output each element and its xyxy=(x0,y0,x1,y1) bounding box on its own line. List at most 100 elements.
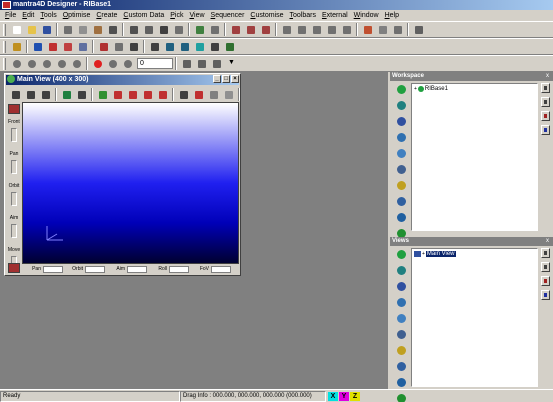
side-slider-orbit[interactable] xyxy=(11,192,17,206)
bulb-button[interactable] xyxy=(395,179,408,192)
3d-viewport[interactable] xyxy=(23,103,238,263)
tree-node-ribase1[interactable]: + RIBase1 xyxy=(414,86,448,92)
medal-button[interactable] xyxy=(395,328,408,341)
pen-button[interactable] xyxy=(395,360,408,373)
menu-file[interactable]: File xyxy=(2,10,19,21)
pen-button[interactable] xyxy=(395,195,408,208)
zoom-button[interactable] xyxy=(172,23,185,36)
edges-button[interactable] xyxy=(126,88,139,101)
frame-button[interactable] xyxy=(229,23,242,36)
binoculars-button[interactable] xyxy=(157,23,170,36)
scale-button[interactable] xyxy=(310,23,323,36)
drop-button[interactable] xyxy=(395,147,408,160)
menu-optimise[interactable]: Optimise xyxy=(60,10,94,21)
pingpong-button[interactable] xyxy=(121,57,134,70)
hourglass-button[interactable] xyxy=(541,125,550,135)
menu-help[interactable]: Help xyxy=(382,10,402,21)
cube-front-button[interactable] xyxy=(9,88,22,101)
menu-toolbars[interactable]: Toolbars xyxy=(287,10,319,21)
shaded-button[interactable] xyxy=(60,88,73,101)
link-chain-button[interactable] xyxy=(395,115,408,128)
toolbar-grip[interactable] xyxy=(3,23,6,36)
shield-button[interactable] xyxy=(395,99,408,112)
axis-y-button[interactable]: Y xyxy=(339,391,349,401)
cube-top-button[interactable] xyxy=(39,88,52,101)
play-back-button[interactable] xyxy=(40,57,53,70)
globe-button[interactable] xyxy=(395,83,408,96)
bottom-field-pan[interactable] xyxy=(43,265,63,273)
menu-customise[interactable]: Customise xyxy=(247,10,286,21)
trash-button[interactable] xyxy=(541,276,550,286)
link-button[interactable] xyxy=(148,40,161,53)
menu-pick[interactable]: Pick xyxy=(167,10,186,21)
clipboard-button[interactable] xyxy=(541,262,550,272)
main-view-window[interactable]: Main View (400 x 300) _ □ × Front Pan Orbi… xyxy=(4,73,241,276)
dropdown-arrow-button[interactable]: ▼ xyxy=(225,57,238,70)
menu-create[interactable]: Create xyxy=(93,10,120,21)
material-button[interactable] xyxy=(10,40,23,53)
record-button[interactable] xyxy=(91,57,104,70)
tree-node-main-view[interactable]: + Main View xyxy=(414,251,456,257)
paint-button[interactable] xyxy=(361,23,374,36)
side-slider-front[interactable] xyxy=(11,128,17,142)
paste-button[interactable] xyxy=(91,23,104,36)
bulb-button[interactable] xyxy=(395,344,408,357)
list-button[interactable] xyxy=(541,83,550,93)
print-button[interactable] xyxy=(75,88,88,101)
tree-expander-icon[interactable]: + xyxy=(414,86,417,92)
menu-window[interactable]: Window xyxy=(351,10,382,21)
side-slider-pan[interactable] xyxy=(11,160,17,174)
rewind-button[interactable] xyxy=(10,57,23,70)
trash-button[interactable] xyxy=(541,111,550,121)
align-button[interactable] xyxy=(325,23,338,36)
rotate-button[interactable] xyxy=(295,23,308,36)
light-view-button[interactable] xyxy=(177,88,190,101)
gray-button[interactable] xyxy=(207,88,220,101)
redo-button[interactable] xyxy=(127,23,140,36)
cube-button[interactable] xyxy=(31,40,44,53)
vehicle-button[interactable] xyxy=(178,40,191,53)
bottom-field-aim[interactable] xyxy=(127,265,147,273)
texture-button[interactable] xyxy=(127,40,140,53)
globe-button[interactable] xyxy=(395,248,408,261)
view-reset-button[interactable] xyxy=(8,263,20,273)
bottom-field-fov[interactable] xyxy=(211,265,231,273)
play-button[interactable] xyxy=(55,57,68,70)
step-back-button[interactable] xyxy=(25,57,38,70)
frame-input[interactable]: 0 xyxy=(137,58,173,69)
wire-button[interactable] xyxy=(111,88,124,101)
find-button[interactable] xyxy=(142,23,155,36)
toolbar-grip[interactable] xyxy=(3,40,6,53)
bounds-button[interactable] xyxy=(141,88,154,101)
close-button[interactable]: × xyxy=(231,75,239,83)
mesh-button[interactable] xyxy=(208,40,221,53)
target-button[interactable] xyxy=(208,23,221,36)
speed-button[interactable] xyxy=(195,57,208,70)
medal-button[interactable] xyxy=(395,163,408,176)
new-button[interactable] xyxy=(10,23,23,36)
move-button[interactable] xyxy=(280,23,293,36)
grid-button[interactable] xyxy=(112,40,125,53)
frame3-button[interactable] xyxy=(259,23,272,36)
gray2-button[interactable] xyxy=(222,88,235,101)
tree-expander-icon[interactable]: + xyxy=(422,251,425,257)
menu-external[interactable]: External xyxy=(319,10,351,21)
workspace-tree[interactable]: + RIBase1 xyxy=(411,83,538,231)
car-button[interactable] xyxy=(163,40,176,53)
link-chain-button[interactable] xyxy=(395,280,408,293)
car-button[interactable] xyxy=(395,376,408,389)
toolbar-grip[interactable] xyxy=(3,57,6,70)
frame2-button[interactable] xyxy=(244,23,257,36)
select-button[interactable] xyxy=(193,23,206,36)
minimize-button[interactable]: _ xyxy=(213,75,221,83)
trophy-button[interactable] xyxy=(395,131,408,144)
maximize-button[interactable]: □ xyxy=(222,75,230,83)
hourglass-button[interactable] xyxy=(541,290,550,300)
axis-x-button[interactable]: X xyxy=(328,391,338,401)
undo-button[interactable] xyxy=(106,23,119,36)
menu-edit[interactable]: Edit xyxy=(19,10,37,21)
timer-button[interactable] xyxy=(210,57,223,70)
step-forward-button[interactable] xyxy=(70,57,83,70)
texture-view-button[interactable] xyxy=(96,88,109,101)
car-button[interactable] xyxy=(395,211,408,224)
